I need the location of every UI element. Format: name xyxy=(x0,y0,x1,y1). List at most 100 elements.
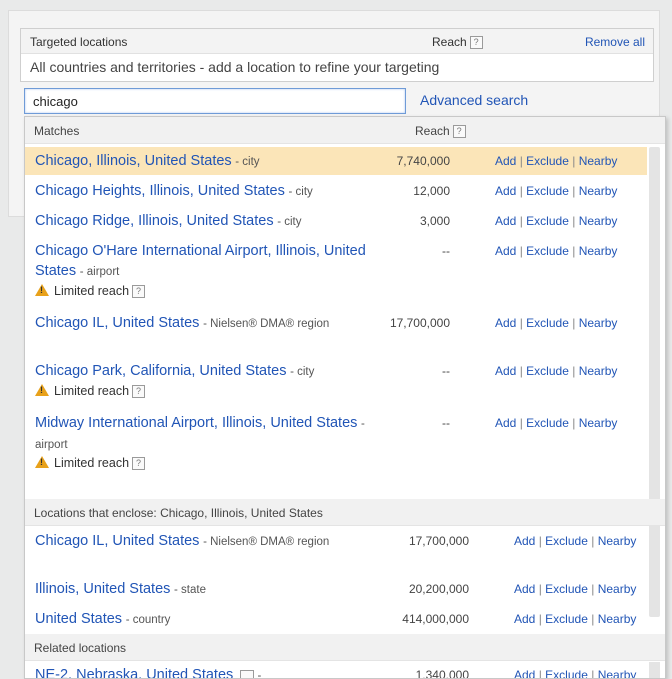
row-actions: Add | Exclude | Nearby xyxy=(514,612,636,626)
separator: | xyxy=(538,612,542,626)
targeted-reach-label: Reach xyxy=(432,35,467,49)
help-icon[interactable]: ? xyxy=(132,457,146,471)
reach-value: 20,200,000 xyxy=(408,582,469,596)
add-link[interactable]: Add xyxy=(514,534,535,548)
related-locations-title: Related locations xyxy=(34,641,127,655)
location-type: - city xyxy=(235,156,260,168)
location-name-link[interactable]: United States xyxy=(35,611,122,627)
exclude-link[interactable]: Exclude xyxy=(545,534,588,548)
limited-reach-label: Limited reach xyxy=(54,384,130,398)
nearby-link[interactable]: Nearby xyxy=(579,154,618,168)
targeted-locations-summary: All countries and territories - add a lo… xyxy=(30,59,440,75)
location-name-link[interactable]: Illinois, United States xyxy=(35,581,170,597)
add-link[interactable]: Add xyxy=(514,582,535,596)
exclude-link[interactable]: Exclude xyxy=(526,316,569,330)
location-suggestions-dropdown: Matches Reach? Chicago, Illinois, United… xyxy=(24,116,666,679)
dropdown-scrollbar[interactable] xyxy=(649,147,660,617)
enclose-row[interactable]: Illinois, United States - state 20,200,0… xyxy=(25,577,647,605)
match-row[interactable]: Chicago Ridge, Illinois, United States -… xyxy=(25,207,647,235)
nearby-link[interactable]: Nearby xyxy=(598,534,637,548)
separator: | xyxy=(572,184,576,198)
match-location: Chicago IL, United States - Nielsen® DMA… xyxy=(35,313,370,334)
location-name-link[interactable]: Chicago Heights, Illinois, United States xyxy=(35,183,285,199)
reach-value: 1,340,000 xyxy=(415,668,469,679)
match-row[interactable]: Chicago, Illinois, United States - city … xyxy=(25,147,647,175)
exclude-link[interactable]: Exclude xyxy=(526,184,569,198)
match-row[interactable]: Chicago Heights, Illinois, United States… xyxy=(25,177,647,205)
separator: | xyxy=(538,534,542,548)
nearby-link[interactable]: Nearby xyxy=(579,416,618,430)
add-link[interactable]: Add xyxy=(495,364,516,378)
exclude-link[interactable]: Exclude xyxy=(545,612,588,626)
add-link[interactable]: Add xyxy=(495,416,516,430)
help-icon[interactable]: ? xyxy=(132,285,146,299)
match-row[interactable]: Chicago O'Hare International Airport, Il… xyxy=(25,237,647,307)
location-name-link[interactable]: Chicago, Illinois, United States xyxy=(35,153,232,169)
location-name-link[interactable]: NE-2, Nebraska, United States xyxy=(35,667,233,678)
separator: | xyxy=(519,244,523,258)
map-icon[interactable] xyxy=(239,670,254,678)
row-actions: Add | Exclude | Nearby xyxy=(495,364,617,378)
add-link[interactable]: Add xyxy=(514,668,535,678)
add-link[interactable]: Add xyxy=(514,612,535,626)
add-link[interactable]: Add xyxy=(495,316,516,330)
advanced-search-link[interactable]: Advanced search xyxy=(420,92,528,108)
limited-reach-label: Limited reach xyxy=(54,456,130,470)
exclude-link[interactable]: Exclude xyxy=(526,416,569,430)
match-location: Chicago, Illinois, United States - city xyxy=(35,151,370,172)
location-name-link[interactable]: Chicago IL, United States xyxy=(35,315,199,331)
exclude-link[interactable]: Exclude xyxy=(545,668,588,678)
exclude-link[interactable]: Exclude xyxy=(526,364,569,378)
separator: | xyxy=(572,214,576,228)
separator: | xyxy=(572,416,576,430)
match-row[interactable]: Midway International Airport, Illinois, … xyxy=(25,409,647,479)
nearby-link[interactable]: Nearby xyxy=(598,668,637,678)
exclude-link[interactable]: Exclude xyxy=(526,154,569,168)
remove-all-link[interactable]: Remove all xyxy=(585,35,645,49)
nearby-link[interactable]: Nearby xyxy=(579,184,618,198)
match-row[interactable]: Chicago Park, California, United States … xyxy=(25,357,647,407)
related-row[interactable]: NE-2, Nebraska, United States - 1,340,00… xyxy=(25,662,647,679)
match-location: Chicago Park, California, United States … xyxy=(35,361,370,382)
match-row[interactable]: Chicago IL, United States - Nielsen® DMA… xyxy=(25,309,647,355)
limited-reach-note: Limited reach? xyxy=(35,456,146,471)
location-type: - country xyxy=(125,614,171,626)
exclude-link[interactable]: Exclude xyxy=(526,244,569,258)
location-name-link[interactable]: Midway International Airport, Illinois, … xyxy=(35,415,357,431)
exclude-link[interactable]: Exclude xyxy=(526,214,569,228)
help-icon[interactable]: ? xyxy=(132,385,146,399)
limited-reach-note: Limited reach? xyxy=(35,384,146,399)
nearby-link[interactable]: Nearby xyxy=(579,364,618,378)
add-link[interactable]: Add xyxy=(495,244,516,258)
separator: | xyxy=(519,364,523,378)
location-name-link[interactable]: Chicago Ridge, Illinois, United States xyxy=(35,213,274,229)
enclose-location: United States - country xyxy=(35,609,370,630)
help-icon[interactable]: ? xyxy=(452,125,466,139)
enclose-row[interactable]: United States - country 414,000,000 Add … xyxy=(25,607,647,635)
add-link[interactable]: Add xyxy=(495,184,516,198)
reach-value: 12,000 xyxy=(413,184,450,198)
targeted-locations-box: Targeted locations Reach? Remove all All… xyxy=(20,28,654,82)
nearby-link[interactable]: Nearby xyxy=(579,316,618,330)
match-location: Chicago Heights, Illinois, United States… xyxy=(35,181,370,202)
dropdown-scrollbar[interactable] xyxy=(649,662,660,678)
location-name-link[interactable]: Chicago IL, United States xyxy=(35,533,199,549)
exclude-link[interactable]: Exclude xyxy=(545,582,588,596)
nearby-link[interactable]: Nearby xyxy=(579,244,618,258)
reach-value: 3,000 xyxy=(419,214,450,228)
matches-title: Matches xyxy=(34,124,80,138)
limited-reach-label: Limited reach xyxy=(54,284,130,298)
location-search-input[interactable] xyxy=(24,88,406,114)
location-name-link[interactable]: Chicago Park, California, United States xyxy=(35,363,286,379)
enclose-row[interactable]: Chicago IL, United States - Nielsen® DMA… xyxy=(25,529,647,575)
location-type: - state xyxy=(174,584,206,596)
limited-reach-note: Limited reach? xyxy=(35,284,146,299)
enclose-location: Chicago IL, United States - Nielsen® DMA… xyxy=(35,531,370,552)
add-link[interactable]: Add xyxy=(495,154,516,168)
add-link[interactable]: Add xyxy=(495,214,516,228)
nearby-link[interactable]: Nearby xyxy=(598,582,637,596)
nearby-link[interactable]: Nearby xyxy=(579,214,618,228)
nearby-link[interactable]: Nearby xyxy=(598,612,637,626)
matches-reach-header: Reach? xyxy=(415,124,466,139)
help-icon[interactable]: ? xyxy=(469,36,483,50)
